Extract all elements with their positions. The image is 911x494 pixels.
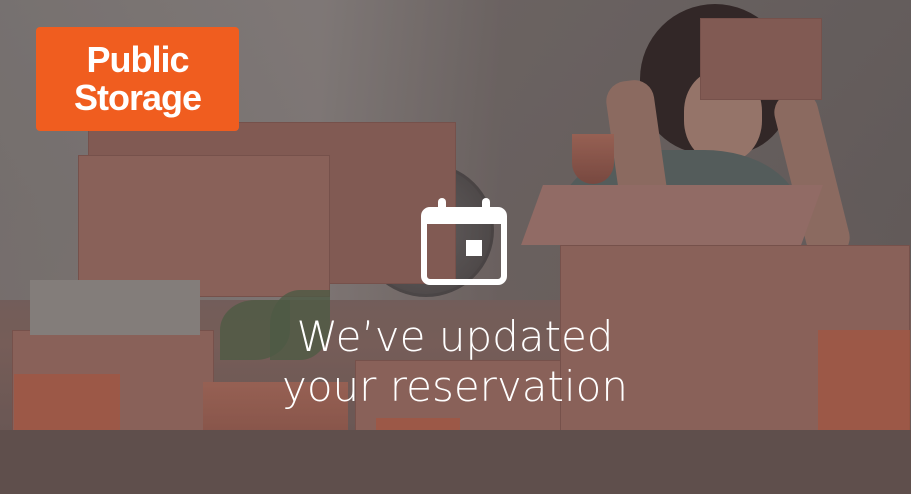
reservation-updated-message: We’ve updated your reservation — [230, 312, 680, 412]
calendar-icon — [418, 196, 510, 288]
logo-text-line1: Public — [86, 39, 189, 80]
logo-text-line2: Storage — [73, 77, 202, 118]
reservation-banner: Public Storage We’ve updated your reserv… — [0, 0, 911, 494]
message-line2: your reservation — [281, 362, 628, 411]
message-line1: We’ve updated — [296, 312, 614, 361]
public-storage-logo: Public Storage — [36, 27, 239, 131]
